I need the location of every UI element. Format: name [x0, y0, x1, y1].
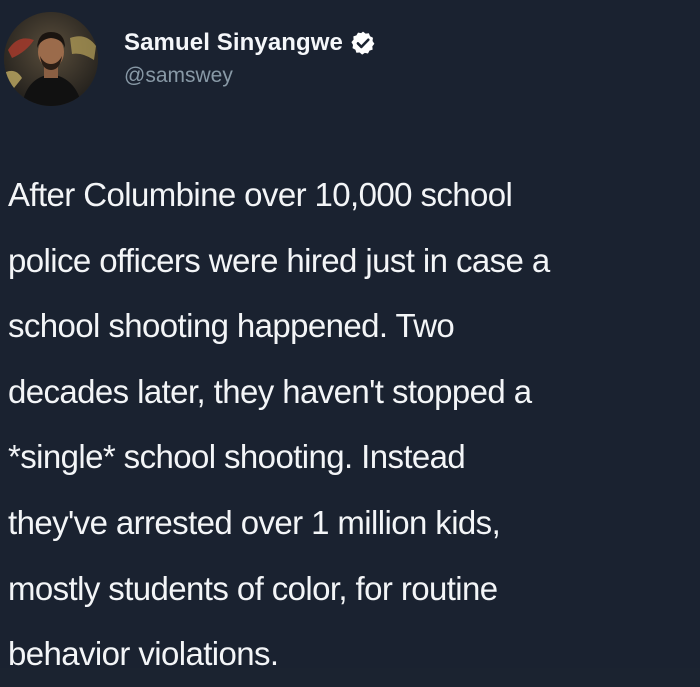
tweet-text-line: *single* school shooting. Instead — [8, 438, 466, 476]
tweet-text-line: they've arrested over 1 million kids, — [8, 503, 501, 541]
tweet-text-line: behavior violations. — [8, 635, 279, 673]
tweet-text-line: mostly students of color, for routine — [8, 569, 498, 607]
display-name[interactable]: Samuel Sinyangwe — [124, 29, 343, 57]
avatar[interactable] — [4, 12, 98, 106]
verified-badge-icon — [351, 31, 375, 55]
user-handle[interactable]: @samswey — [124, 64, 233, 88]
tweet-text-line: school shooting happened. Two — [8, 307, 455, 345]
tweet-text: After Columbine over 10,000 school polic… — [8, 162, 698, 687]
tweet-card: Samuel Sinyangwe @samswey After Columbin… — [0, 0, 700, 672]
tweet-text-line: decades later, they haven't stopped a — [8, 372, 532, 410]
author-name-row[interactable]: Samuel Sinyangwe — [124, 29, 376, 57]
tweet-text-line: police officers were hired just in case … — [8, 241, 550, 279]
profile-photo-icon — [4, 12, 98, 106]
tweet-text-line: After Columbine over 10,000 school — [8, 176, 513, 213]
